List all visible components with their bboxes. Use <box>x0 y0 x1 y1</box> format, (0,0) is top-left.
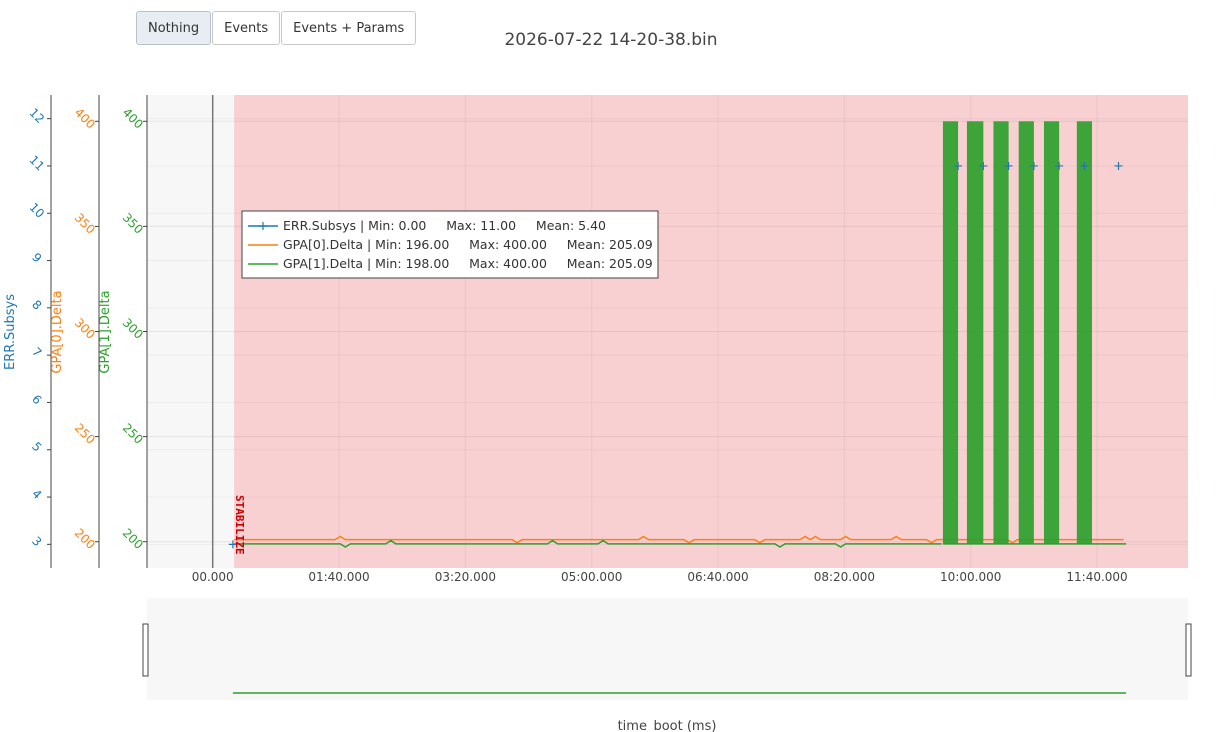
legend-entry: GPA[1].Delta | Min: 198.00 Max: 400.00 M… <box>283 256 653 271</box>
x-tick-label: 01:40.000 <box>308 570 369 584</box>
gpa1-delta-spike <box>1018 121 1034 544</box>
gpa1-y-axis-title: GPA[1].Delta <box>98 290 113 373</box>
x-tick-label: 00.000 <box>192 570 234 584</box>
rangeslider-left-handle[interactable] <box>142 623 149 677</box>
x-tick-label: 03:20.000 <box>435 570 496 584</box>
gpa1-y-tick-label: 200 <box>120 526 146 552</box>
gpa0-y-tick-label: 250 <box>72 421 98 447</box>
err-y-tick-label: 3 <box>29 534 44 549</box>
err-y-tick-label: 5 <box>29 439 44 454</box>
err-y-tick-label: 9 <box>29 250 44 265</box>
chart-canvas[interactable]: STABILIZE 00.000 01:40.000 03:20.000 05:00.0… <box>0 0 1222 732</box>
gpa0-y-tick-label: 200 <box>72 526 98 552</box>
gpa0-y-tick-label: 350 <box>72 211 98 237</box>
err-y-tick-label: 12 <box>26 105 47 126</box>
gpa1-delta-spike <box>993 121 1009 544</box>
x-tick-label: 10:00.000 <box>940 570 1001 584</box>
gpa1-delta-spike <box>1043 121 1060 544</box>
gpa1-y-tick-label: 300 <box>120 316 146 342</box>
gpa1-delta-spike <box>966 121 984 544</box>
gpa0-y-tick-label: 400 <box>72 105 98 131</box>
x-axis-title: time_boot (ms) <box>618 719 717 732</box>
err-y-tick-label: 11 <box>26 153 47 174</box>
x-tick-label: 06:40.000 <box>687 570 748 584</box>
gpa0-y-tick-label: 300 <box>72 316 98 342</box>
legend: ERR.Subsys | Min: 0.00 Max: 11.00 Mean: … <box>241 210 659 279</box>
gpa1-y-tick-label: 400 <box>120 105 146 131</box>
gpa1-delta-spike <box>1076 121 1092 544</box>
err-y-tick-label: 4 <box>29 487 44 502</box>
gpa0-y-axis-title: GPA[0].Delta <box>50 290 65 373</box>
gpa1-y-tick-label: 250 <box>120 421 146 447</box>
x-tick-label: 08:20.000 <box>814 570 875 584</box>
event-label-stabilize: STABILIZE <box>233 495 246 555</box>
err-y-tick-label: 10 <box>26 200 47 221</box>
x-tick-label: 05:00.000 <box>561 570 622 584</box>
gpa1-y-tick-label: 350 <box>120 211 146 237</box>
err-y-tick-label: 7 <box>29 345 44 360</box>
err-y-tick-label: 8 <box>29 297 44 312</box>
rangeslider-background <box>147 598 1188 700</box>
legend-entry: ERR.Subsys | Min: 0.00 Max: 11.00 Mean: … <box>283 218 606 233</box>
err-y-tick-label: 6 <box>29 392 44 407</box>
x-tick-label: 11:40.000 <box>1066 570 1127 584</box>
rangeslider-right-handle[interactable] <box>1185 623 1192 677</box>
legend-entry: GPA[0].Delta | Min: 196.00 Max: 400.00 M… <box>283 237 653 252</box>
err-y-axis-title: ERR.Subsys <box>3 294 18 370</box>
gpa1-delta-spike <box>942 121 959 544</box>
